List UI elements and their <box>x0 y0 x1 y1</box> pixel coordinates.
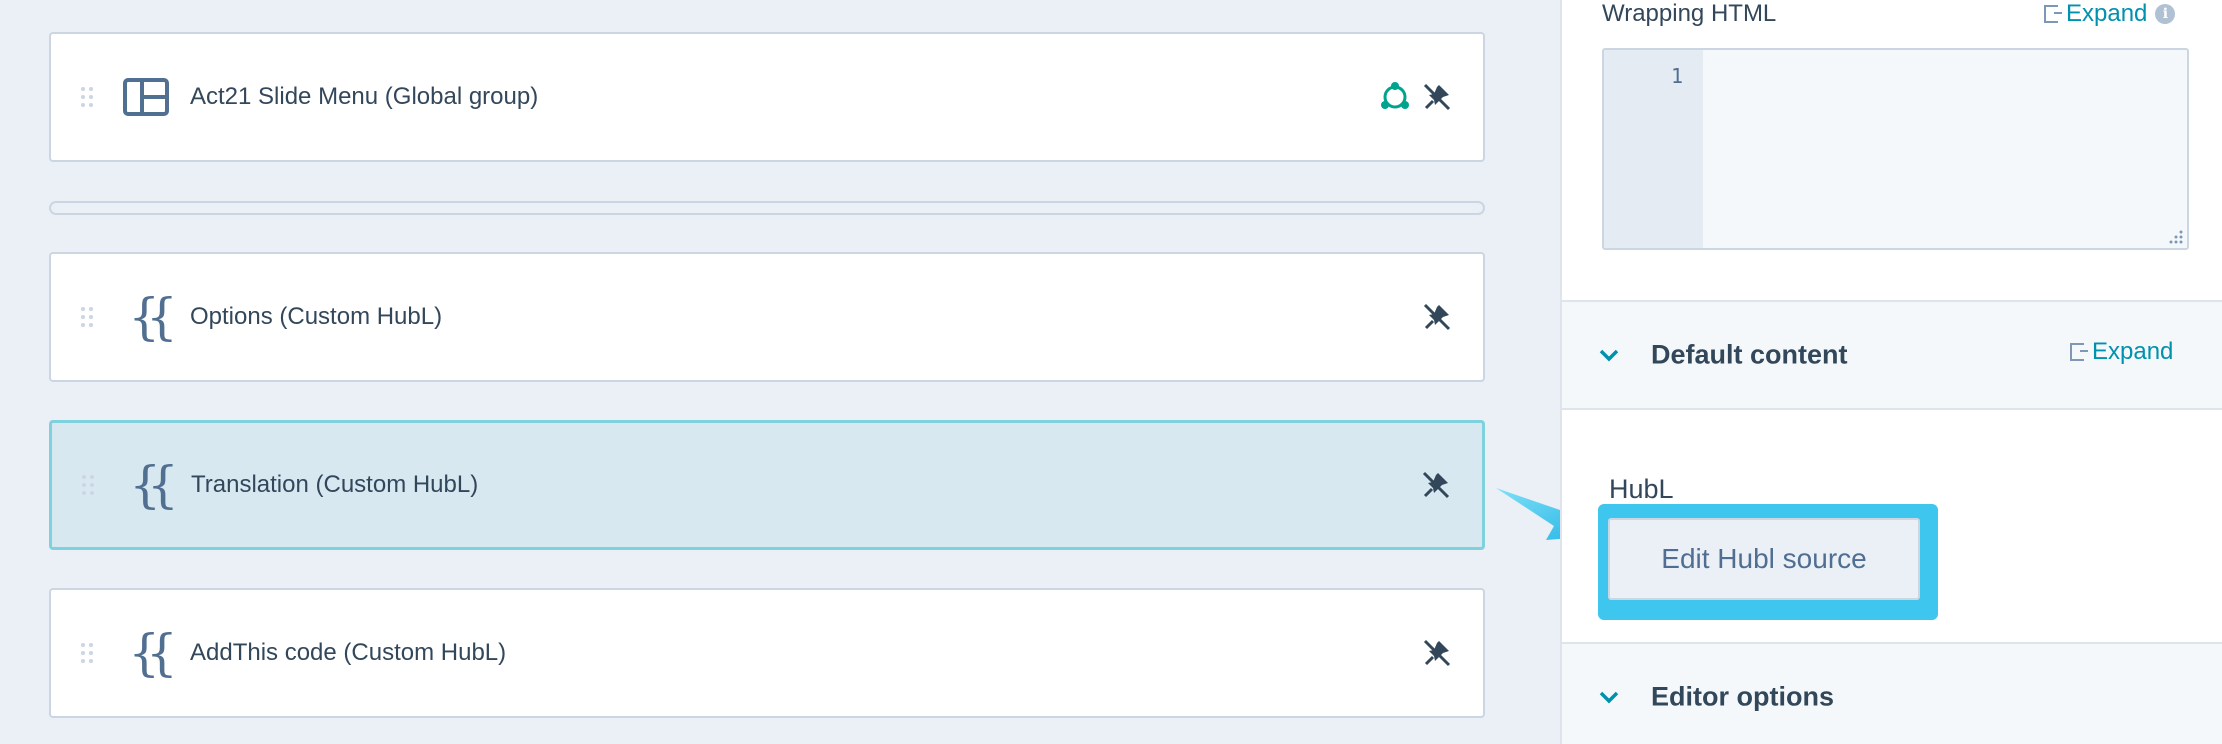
pin-off-icon[interactable] <box>1421 81 1453 113</box>
editor-options-section-header[interactable]: Editor options <box>1562 642 2222 744</box>
drag-handle-icon[interactable] <box>81 302 93 332</box>
line-number: 1 <box>1670 64 1683 88</box>
default-content-title: Default content <box>1651 339 1848 370</box>
wrapping-html-expand-link[interactable]: Expand i <box>2044 0 2176 28</box>
editor-options-title: Editor options <box>1651 681 1834 712</box>
info-icon[interactable]: i <box>2155 4 2176 24</box>
chevron-down-icon <box>1599 691 1619 704</box>
braces-icon: {{ <box>128 288 178 346</box>
drop-zone-divider <box>49 201 1485 215</box>
module-label: AddThis code (Custom HubL) <box>190 639 507 666</box>
wrapping-html-code-editor[interactable]: 1 <box>1602 48 2189 250</box>
inspector-sidebar: Wrapping HTML Expand i 1 Default content… <box>1560 0 2222 744</box>
default-content-section-header[interactable]: Default content Expand <box>1562 300 2222 410</box>
line-number-gutter: 1 <box>1604 50 1703 248</box>
drag-handle-icon[interactable] <box>81 638 93 668</box>
default-content-expand-link[interactable]: Expand <box>2070 338 2173 366</box>
layout-canvas: Act21 Slide Menu (Global group) {{Optio… <box>0 0 1560 744</box>
module-label: Options (Custom HubL) <box>190 303 443 330</box>
expand-label: Expand <box>2066 0 2148 27</box>
edit-hubl-source-button[interactable]: Edit Hubl source <box>1608 518 1920 600</box>
module-label: Act21 Slide Menu (Global group) <box>190 83 539 110</box>
pin-off-icon[interactable] <box>1421 301 1453 333</box>
module-row-translation[interactable]: {{ Translation (Custom HubL) <box>49 420 1485 550</box>
hubl-field-label: HubL <box>1609 474 1674 504</box>
module-row-options[interactable]: {{ Options (Custom HubL) <box>49 252 1485 382</box>
layout-icon <box>121 72 171 122</box>
braces-icon: {{ <box>129 456 179 514</box>
drag-handle-icon[interactable] <box>81 82 93 112</box>
module-row-act21-slide-menu[interactable]: Act21 Slide Menu (Global group) <box>49 32 1485 162</box>
module-label: Translation (Custom HubL) <box>191 471 479 498</box>
global-content-icon[interactable] <box>1379 81 1411 113</box>
braces-icon: {{ <box>128 624 178 682</box>
pin-off-icon[interactable] <box>1420 469 1452 501</box>
expand-icon <box>2044 5 2062 23</box>
module-row-addthis-code[interactable]: {{ AddThis code (Custom HubL) <box>49 588 1485 718</box>
resize-grip-icon[interactable] <box>2168 229 2184 245</box>
chevron-down-icon <box>1599 349 1619 362</box>
drag-handle-icon[interactable] <box>82 470 94 500</box>
wrapping-html-label: Wrapping HTML <box>1602 0 1777 27</box>
expand-label: Expand <box>2092 338 2174 365</box>
pin-off-icon[interactable] <box>1421 637 1453 669</box>
expand-icon <box>2070 343 2088 361</box>
